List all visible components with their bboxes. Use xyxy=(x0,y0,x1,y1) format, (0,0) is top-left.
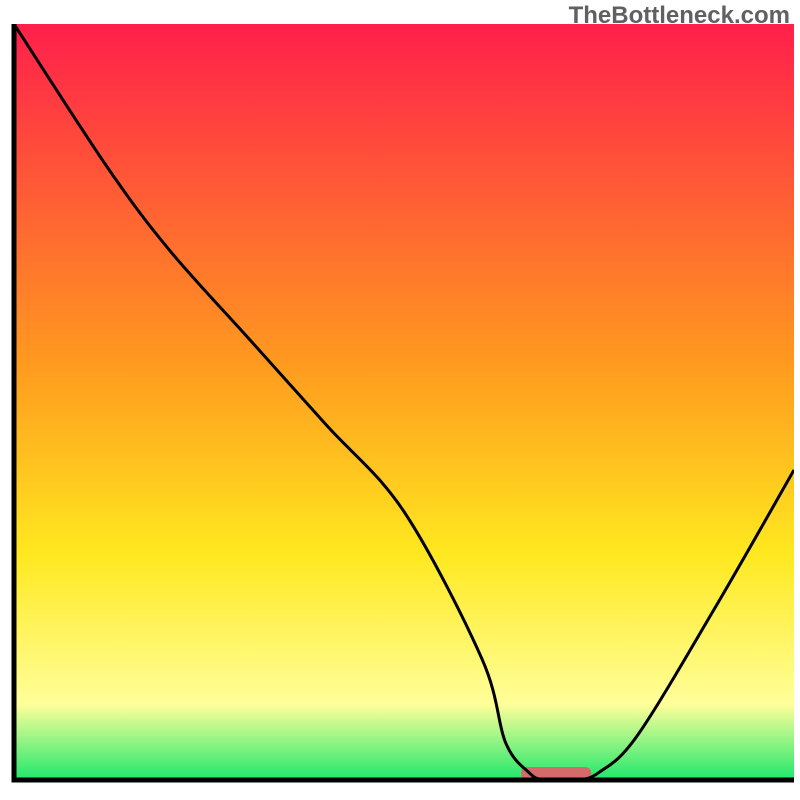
bottleneck-chart xyxy=(0,0,800,800)
watermark-text: TheBottleneck.com xyxy=(569,2,790,30)
gradient-background xyxy=(14,24,794,780)
chart-container: TheBottleneck.com xyxy=(0,0,800,800)
